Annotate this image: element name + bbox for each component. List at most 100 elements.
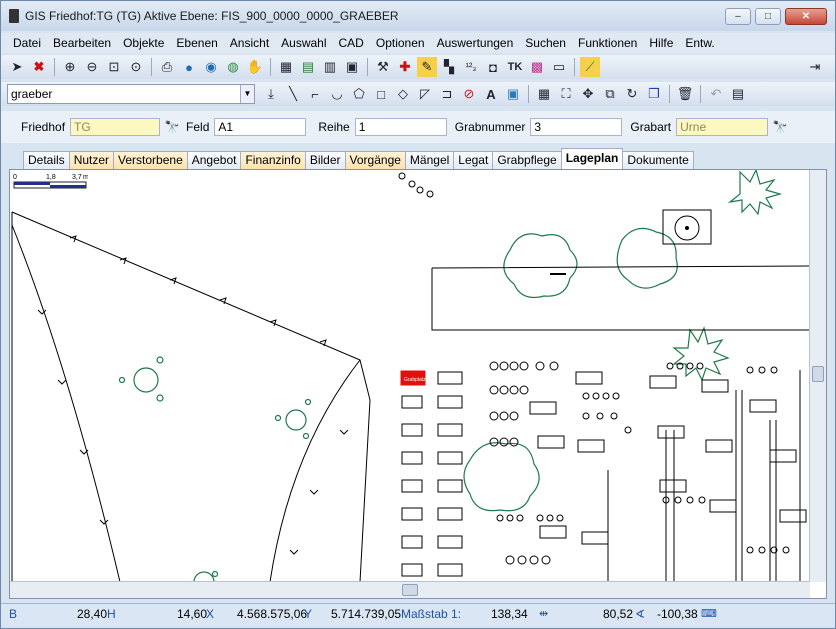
camera-icon[interactable]: ◘ <box>483 57 503 77</box>
globe-green-icon[interactable]: ◍ <box>223 57 243 77</box>
tab-angebot[interactable]: Angebot <box>186 151 242 169</box>
layer-edit-icon[interactable]: ▥ <box>320 57 340 77</box>
menu-ansicht[interactable]: Ansicht <box>224 36 275 50</box>
color-grid-icon[interactable]: ▩ <box>527 57 547 77</box>
checker-icon[interactable]: ▚ <box>439 57 459 77</box>
zoom-out-icon[interactable]: ⊖ <box>82 57 102 77</box>
scale-bar-segment <box>14 182 50 185</box>
menu-cad[interactable]: CAD <box>333 36 370 50</box>
tab-dokumente[interactable]: Dokumente <box>622 151 694 169</box>
deselect-icon[interactable]: ✖ <box>29 57 49 77</box>
move-icon[interactable]: ✥ <box>578 84 598 104</box>
scale-icon[interactable]: ⧉ <box>600 84 620 104</box>
sheet-icon[interactable]: ▭ <box>549 57 569 77</box>
tab-finanzinfo[interactable]: Finanzinfo <box>240 151 306 169</box>
layer-combo[interactable]: graeber ▼ <box>7 84 255 104</box>
circle-target-icon[interactable]: ⊘ <box>459 84 479 104</box>
scale-unit: m <box>83 174 88 181</box>
polygon-icon[interactable]: ⬠ <box>349 84 369 104</box>
toolbar-separator <box>270 58 271 76</box>
menu-auswahl[interactable]: Auswahl <box>275 36 332 50</box>
copy-icon[interactable]: ❐ <box>644 84 664 104</box>
app-icon <box>9 9 19 23</box>
grabnummer-field[interactable]: 3 <box>530 118 623 136</box>
zoom-in-icon[interactable]: ⊕ <box>60 57 80 77</box>
close-button[interactable]: ✕ <box>785 8 827 25</box>
building-outline <box>431 265 810 331</box>
chevron-down-icon[interactable]: ▼ <box>240 85 254 103</box>
edit-vertices-icon[interactable]: ⛶ <box>556 84 576 104</box>
menu-funktionen[interactable]: Funktionen <box>572 36 643 50</box>
pan-hand-icon[interactable]: ✋ <box>245 57 265 77</box>
minimize-button[interactable]: – <box>725 8 751 25</box>
menu-suchen[interactable]: Suchen <box>519 36 572 50</box>
select-arrow-icon[interactable]: ➤ <box>7 57 27 77</box>
tab-legat[interactable]: Legat <box>453 151 494 169</box>
status-coord-x: 5.714.739,05 <box>331 607 402 621</box>
rhombus-icon[interactable]: ◇ <box>393 84 413 104</box>
tab-strip: Details Nutzer Verstorbene Angebot Finan… <box>1 147 835 169</box>
vertical-scroll-thumb[interactable] <box>812 366 824 382</box>
globe-layers-icon[interactable]: ◉ <box>201 57 221 77</box>
binoculars-icon[interactable]: 🔭 <box>770 118 790 136</box>
horizontal-scroll-thumb[interactable] <box>402 584 418 596</box>
menu-ebenen[interactable]: Ebenen <box>170 36 223 50</box>
menu-objekte[interactable]: Objekte <box>117 36 170 50</box>
map-canvas[interactable]: Grabplatz <box>10 170 810 582</box>
feld-field[interactable]: A1 <box>214 118 307 136</box>
tab-bilder[interactable]: Bilder <box>304 151 346 169</box>
rectangle-icon[interactable]: □ <box>371 84 391 104</box>
number-icon[interactable]: ¹²₃ <box>461 57 481 77</box>
tab-vorgaenge[interactable]: Vorgänge <box>344 151 406 169</box>
zoom-previous-icon[interactable]: ⊙ <box>126 57 146 77</box>
menu-auswertungen[interactable]: Auswertungen <box>431 36 520 50</box>
tab-maengel[interactable]: Mängel <box>404 151 455 169</box>
trash-icon[interactable]: 🗑 <box>675 84 695 104</box>
line-icon[interactable]: ╲ <box>283 84 303 104</box>
tab-verstorbene[interactable]: Verstorbene <box>113 151 188 169</box>
zoom-window-icon[interactable]: ⊡ <box>104 57 124 77</box>
undo-icon[interactable]: ↶ <box>706 84 726 104</box>
tk-icon[interactable]: TK <box>505 57 525 77</box>
tab-nutzer[interactable]: Nutzer <box>68 151 115 169</box>
friedhof-field[interactable]: TG <box>70 118 161 136</box>
crosshair-icon[interactable]: ✚ <box>395 57 415 77</box>
point-icon[interactable]: ⤓ <box>261 84 281 104</box>
measure-icon[interactable]: ⟋ <box>580 57 600 77</box>
layers-icon[interactable]: ▤ <box>298 57 318 77</box>
globe-icon[interactable]: ● <box>179 57 199 77</box>
image-icon[interactable]: ▣ <box>503 84 523 104</box>
shape-icon[interactable]: ◸ <box>415 84 435 104</box>
tab-lageplan[interactable]: Lageplan <box>560 148 624 169</box>
keyboard-icon[interactable]: ⌨ <box>701 607 717 620</box>
menu-bearbeiten[interactable]: Bearbeiten <box>47 36 117 50</box>
reihe-field[interactable]: 1 <box>354 118 447 136</box>
tab-details[interactable]: Details <box>23 151 70 169</box>
grid-icon[interactable]: ▦ <box>276 57 296 77</box>
tag-icon[interactable]: ✎ <box>417 57 437 77</box>
arrows-horizontal-icon[interactable]: ⇹ <box>539 607 548 620</box>
menu-hilfe[interactable]: Hilfe <box>643 36 679 50</box>
table-icon[interactable]: ▦ <box>534 84 554 104</box>
label-shape-icon[interactable]: ⊐ <box>437 84 457 104</box>
tools-icon[interactable]: ⚒ <box>373 57 393 77</box>
menu-entw[interactable]: Entw. <box>679 36 720 50</box>
exit-icon[interactable]: ⇥ <box>805 57 825 77</box>
text-icon[interactable]: A <box>481 84 501 104</box>
print-icon[interactable]: ⎙ <box>157 57 177 77</box>
rotate-icon[interactable]: ↻ <box>622 84 642 104</box>
binoculars-icon[interactable]: 🔭 <box>162 118 182 136</box>
grabart-field[interactable]: Urne <box>676 118 769 136</box>
properties-icon[interactable]: ▤ <box>728 84 748 104</box>
menu-optionen[interactable]: Optionen <box>370 36 431 50</box>
info-icon[interactable]: ▣ <box>342 57 362 77</box>
toolbar-separator <box>367 58 368 76</box>
menu-datei[interactable]: Datei <box>7 36 47 50</box>
maximize-button[interactable]: □ <box>755 8 781 25</box>
arc-icon[interactable]: ◡ <box>327 84 347 104</box>
vertical-scrollbar[interactable] <box>809 170 826 582</box>
map-view[interactable]: Grabplatz 0 1,8 3,7 m <box>9 169 827 599</box>
polyline-icon[interactable]: ⌐ <box>305 84 325 104</box>
tab-grabpflege[interactable]: Grabpflege <box>492 151 562 169</box>
horizontal-scrollbar[interactable] <box>10 581 810 598</box>
